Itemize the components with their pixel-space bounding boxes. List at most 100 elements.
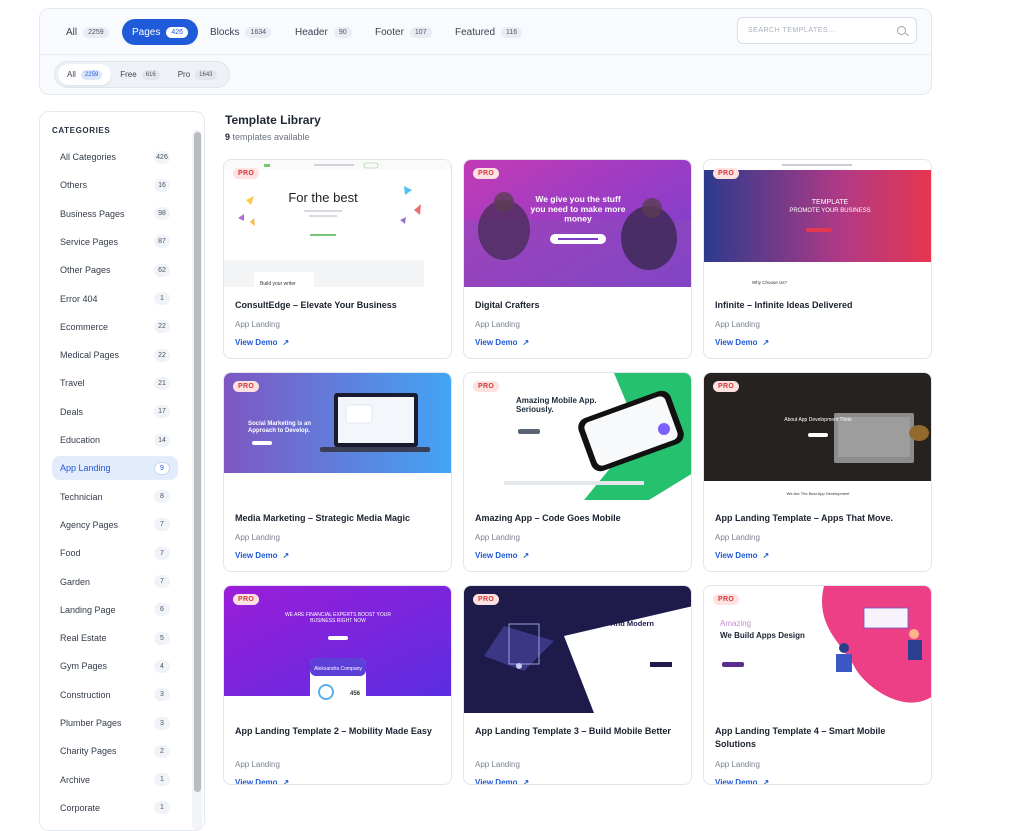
sidebar-item-technician[interactable]: Technician 8 — [52, 485, 178, 509]
sidebar-item-count: 16 — [154, 178, 170, 192]
template-title: App Landing Template 4 – Smart Mobile So… — [715, 726, 886, 749]
tab-label: Footer — [375, 26, 404, 38]
pricing-all[interactable]: All 2259 — [58, 64, 112, 85]
template-card[interactable]: About App Development Think We Are The B… — [703, 372, 932, 572]
tab-footer[interactable]: Footer 107 — [365, 19, 442, 45]
sidebar-item-education[interactable]: Education 14 — [52, 428, 178, 452]
sidebar-item-label: Others — [60, 180, 88, 191]
sidebar-item-service-pages[interactable]: Service Pages 87 — [52, 230, 178, 254]
sidebar-item-error-404[interactable]: Error 404 1 — [52, 287, 178, 311]
page-title: Template Library — [225, 113, 321, 127]
sidebar-item-count: 21 — [154, 376, 170, 390]
template-thumbnail[interactable]: Templa Creative And Modern — [464, 586, 691, 713]
sidebar-item-archive[interactable]: Archive 1 — [52, 768, 178, 792]
template-thumbnail[interactable]: Social Marketing is an Approach to Develo… — [224, 373, 451, 500]
tab-featured[interactable]: Featured 116 — [445, 19, 532, 45]
external-link-icon: ↗ — [522, 551, 530, 560]
pricing-count: 616 — [141, 69, 160, 80]
template-thumbnail[interactable]: Amazing Mobile App. Seriously. — [464, 373, 691, 500]
external-link-icon: ↗ — [762, 338, 770, 347]
sidebar-item-landing-page[interactable]: Landing Page 6 — [52, 598, 178, 622]
sidebar-item-real-estate[interactable]: Real Estate 5 — [52, 626, 178, 650]
thumb-headline: Social Marketing is an Approach to Develo… — [248, 421, 311, 434]
tab-pages[interactable]: Pages 426 — [122, 19, 199, 45]
sidebar-item-medical-pages[interactable]: Medical Pages 22 — [52, 343, 178, 367]
sidebar-item-label: Charity Pages — [60, 746, 117, 757]
sidebar-item-all-categories[interactable]: All Categories 426 — [52, 145, 178, 169]
thumb-headline: Amazing — [720, 619, 751, 628]
sidebar-item-count: 7 — [154, 546, 170, 560]
tab-header[interactable]: Header 90 — [285, 19, 362, 45]
sidebar-item-app-landing[interactable]: App Landing 9 — [52, 456, 178, 481]
sidebar-item-label: Service Pages — [60, 236, 119, 247]
pricing-free[interactable]: Free 616 — [111, 64, 168, 85]
sidebar-item-count: 87 — [154, 235, 170, 249]
sidebar-item-corporate[interactable]: Corporate 1 — [52, 796, 178, 820]
view-demo-link[interactable]: View Demo ↗ — [475, 338, 529, 347]
sidebar-scrollbar[interactable] — [194, 132, 201, 792]
pro-badge: PRO — [473, 594, 500, 605]
view-demo-link[interactable]: View Demo ↗ — [235, 778, 289, 785]
search-box — [737, 17, 917, 44]
template-thumbnail[interactable]: TEMPLATE PROMOTE YOUR BUSINESS Why Choos… — [704, 160, 931, 287]
search-input[interactable] — [748, 27, 888, 34]
template-card[interactable]: Templa Creative And Modern PRO App Landin… — [463, 585, 692, 785]
template-card[interactable]: Amazing We Build Apps Design PRO App Land… — [703, 585, 932, 785]
template-thumbnail[interactable]: We give you the stuff you need to make mo… — [464, 160, 691, 287]
tab-label: Blocks — [210, 26, 240, 38]
sidebar-item-label: All Categories — [60, 152, 117, 162]
pricing-count: 1643 — [195, 69, 217, 80]
template-card[interactable]: We give you the stuff you need to make mo… — [463, 159, 692, 359]
thumb-number: 456 — [350, 691, 361, 697]
sidebar-item-label: Plumber Pages — [60, 718, 122, 728]
thumb-headline: Templa Creative And Modern — [551, 619, 654, 628]
sidebar-item-count: 1 — [154, 292, 170, 305]
sidebar-item-travel[interactable]: Travel 21 — [52, 371, 178, 395]
template-card[interactable]: Social Marketing is an Approach to Develo… — [223, 372, 452, 572]
view-demo-link[interactable]: View Demo ↗ — [475, 778, 529, 785]
template-card[interactable]: WE ARE FINANCIAL EXPERTS BOOST YOUR BUSIN… — [223, 585, 452, 785]
categories-heading: CATEGORIES — [52, 126, 111, 135]
template-card[interactable]: Amazing Mobile App. Seriously. PRO Amazing… — [463, 372, 692, 572]
template-thumbnail[interactable]: Amazing We Build Apps Design — [704, 586, 931, 713]
sidebar-item-plumber-pages[interactable]: Plumber Pages 3 — [52, 711, 178, 735]
template-thumbnail[interactable]: About App Development Think We Are The B… — [704, 373, 931, 500]
template-category: App Landing — [715, 320, 760, 329]
tab-all[interactable]: All 2259 — [56, 19, 119, 45]
pricing-pro[interactable]: Pro 1643 — [169, 64, 226, 85]
view-demo-link[interactable]: View Demo ↗ — [715, 551, 769, 560]
sidebar-item-ecommerce[interactable]: Ecommerce 22 — [52, 315, 178, 339]
view-demo-link[interactable]: View Demo ↗ — [235, 551, 289, 560]
tab-blocks[interactable]: Blocks 1634 — [200, 19, 281, 45]
tab-label: Header — [295, 26, 328, 38]
sidebar-item-others[interactable]: Others 16 — [52, 173, 178, 197]
view-demo-label: View Demo — [235, 778, 278, 785]
sidebar-item-business-pages[interactable]: Business Pages 98 — [52, 202, 178, 226]
view-demo-link[interactable]: View Demo ↗ — [475, 551, 529, 560]
sidebar-item-agency-pages[interactable]: Agency Pages 7 — [52, 513, 178, 537]
sidebar-item-label: Education — [60, 435, 101, 445]
template-thumbnail[interactable]: WE ARE FINANCIAL EXPERTS BOOST YOUR BUSIN… — [224, 586, 451, 713]
sidebar-item-garden[interactable]: Garden 7 — [52, 570, 178, 594]
search-icon[interactable] — [897, 26, 906, 35]
sidebar-item-charity-pages[interactable]: Charity Pages 2 — [52, 739, 178, 763]
sidebar-item-construction[interactable]: Construction 3 — [52, 683, 178, 707]
template-category: App Landing — [475, 760, 520, 769]
sidebar-item-food[interactable]: Food 7 — [52, 541, 178, 565]
template-card[interactable]: TEMPLATE PROMOTE YOUR BUSINESS Why Choos… — [703, 159, 932, 359]
sidebar-item-gym-pages[interactable]: Gym Pages 4 — [52, 654, 178, 678]
template-thumbnail[interactable]: For the best Build your writer — [224, 160, 451, 287]
view-demo-link[interactable]: View Demo ↗ — [235, 338, 289, 347]
pro-badge: PRO — [713, 594, 740, 605]
tab-count: 1634 — [245, 26, 272, 38]
external-link-icon: ↗ — [282, 338, 290, 347]
pro-badge: PRO — [713, 381, 740, 392]
template-card[interactable]: For the best Build your writer PRO Consul… — [223, 159, 452, 359]
sidebar-item-deals[interactable]: Deals 17 — [52, 400, 178, 424]
categories-sidebar: CATEGORIES All Categories 426 Others 16 Busi… — [39, 111, 205, 831]
view-demo-label: View Demo — [475, 778, 518, 785]
sidebar-item-other-pages[interactable]: Other Pages 62 — [52, 258, 178, 282]
template-title: App Landing Template 2 – Mobility Made E… — [235, 726, 432, 736]
view-demo-link[interactable]: View Demo ↗ — [715, 778, 769, 784]
view-demo-link[interactable]: View Demo ↗ — [715, 338, 769, 347]
